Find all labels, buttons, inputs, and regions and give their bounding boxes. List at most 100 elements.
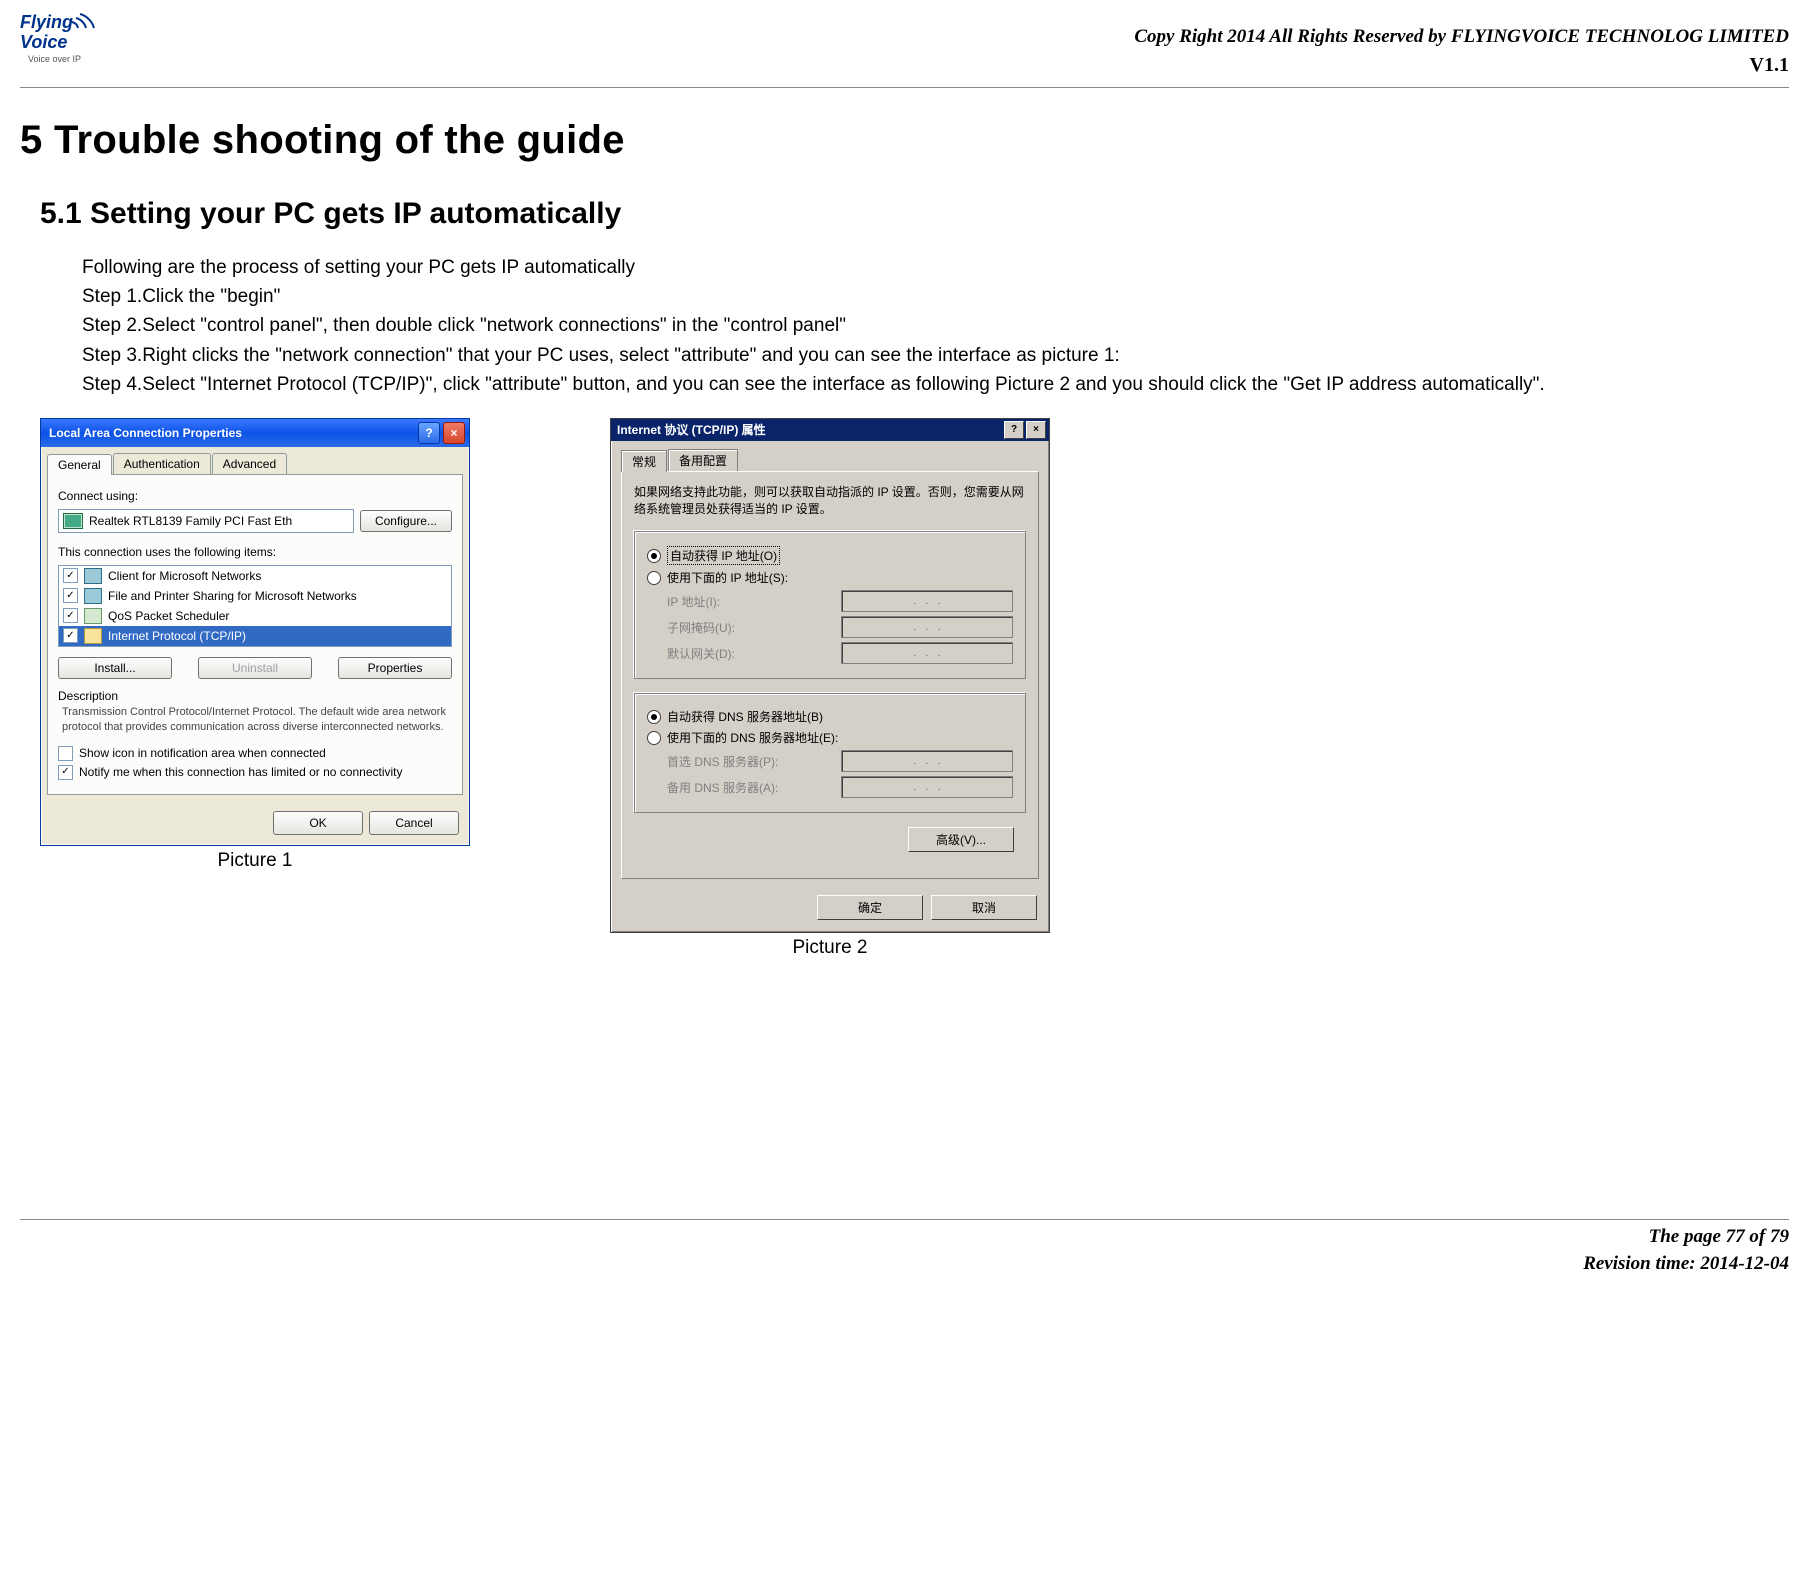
checkbox-icon[interactable]: ✓ bbox=[63, 588, 78, 603]
configure-button[interactable]: Configure... bbox=[360, 510, 452, 532]
radio-auto-dns[interactable]: 自动获得 DNS 服务器地址(B) bbox=[647, 708, 1013, 725]
radio-icon[interactable] bbox=[647, 571, 661, 585]
radio-label: 使用下面的 IP 地址(S): bbox=[667, 569, 788, 586]
adapter-field[interactable]: Realtek RTL8139 Family PCI Fast Eth bbox=[58, 509, 354, 533]
header-right: Copy Right 2014 All Rights Reserved by F… bbox=[1134, 10, 1789, 79]
tab-alternate-cn[interactable]: 备用配置 bbox=[668, 449, 738, 471]
checkbox-icon[interactable]: ✓ bbox=[63, 568, 78, 583]
radio-icon[interactable] bbox=[647, 731, 661, 745]
list-item-label: Client for Microsoft Networks bbox=[108, 569, 261, 583]
help-button[interactable]: ? bbox=[1004, 421, 1024, 439]
dns-alt-label: 备用 DNS 服务器(A): bbox=[667, 779, 778, 796]
xp-tabs: General Authentication Advanced bbox=[41, 447, 469, 474]
uses-items-label: This connection uses the following items… bbox=[58, 545, 452, 559]
list-item[interactable]: ✓ File and Printer Sharing for Microsoft… bbox=[59, 586, 451, 606]
cancel-button[interactable]: 取消 bbox=[931, 895, 1037, 920]
tab-authentication[interactable]: Authentication bbox=[113, 453, 211, 474]
classic-dialog: Internet 协议 (TCP/IP) 属性 ? × 常规 备用配置 如果网络… bbox=[610, 418, 1050, 934]
description-text: Transmission Control Protocol/Internet P… bbox=[62, 705, 450, 736]
subnet-mask-field: . . . bbox=[841, 616, 1013, 638]
list-item-selected[interactable]: ✓ Internet Protocol (TCP/IP) bbox=[59, 626, 451, 646]
xp-title-buttons: ? × bbox=[418, 422, 465, 444]
tab-general-cn[interactable]: 常规 bbox=[621, 450, 667, 472]
gateway-field: . . . bbox=[841, 642, 1013, 664]
classic-tabs: 常规 备用配置 bbox=[611, 441, 1049, 471]
close-button[interactable]: × bbox=[1026, 421, 1046, 439]
step-3: Step 3.Right clicks the "network connect… bbox=[82, 341, 1789, 370]
heading-2: 5.1 Setting your PC gets IP automaticall… bbox=[40, 197, 1789, 231]
radio-label: 自动获得 DNS 服务器地址(B) bbox=[667, 708, 823, 725]
picture-2-caption: Picture 2 bbox=[793, 937, 868, 959]
checkbox-icon[interactable] bbox=[58, 746, 73, 761]
ip-address-row: IP 地址(I): . . . bbox=[667, 590, 1013, 612]
checkbox-icon[interactable]: ✓ bbox=[63, 628, 78, 643]
list-item[interactable]: ✓ QoS Packet Scheduler bbox=[59, 606, 451, 626]
radio-manual-dns[interactable]: 使用下面的 DNS 服务器地址(E): bbox=[647, 729, 1013, 746]
list-item[interactable]: ✓ Client for Microsoft Networks bbox=[59, 566, 451, 586]
show-icon-checkbox[interactable]: Show icon in notification area when conn… bbox=[58, 746, 452, 761]
checkbox-icon[interactable]: ✓ bbox=[63, 608, 78, 623]
xp-dialog: Local Area Connection Properties ? × Gen… bbox=[40, 418, 470, 846]
install-button[interactable]: Install... bbox=[58, 657, 172, 679]
nic-icon bbox=[63, 513, 83, 529]
dns-primary-field: . . . bbox=[841, 750, 1013, 772]
list-item-label: QoS Packet Scheduler bbox=[108, 609, 229, 623]
checkbox-icon[interactable]: ✓ bbox=[58, 765, 73, 780]
footer-page: The page 77 of 79 bbox=[20, 1224, 1789, 1251]
tab-general[interactable]: General bbox=[47, 454, 112, 475]
pictures-row: Local Area Connection Properties ? × Gen… bbox=[40, 418, 1789, 960]
classic-footer: 确定 取消 bbox=[611, 889, 1049, 932]
picture-1: Local Area Connection Properties ? × Gen… bbox=[40, 418, 470, 960]
advanced-row: 高级(V)... bbox=[634, 827, 1026, 862]
logo-line2: Voice bbox=[20, 32, 67, 52]
radio-icon[interactable] bbox=[647, 549, 661, 563]
subnet-mask-label: 子网掩码(U): bbox=[667, 619, 735, 636]
properties-button[interactable]: Properties bbox=[338, 657, 452, 679]
help-button[interactable]: ? bbox=[418, 422, 440, 444]
document-footer: The page 77 of 79 Revision time: 2014-12… bbox=[20, 1219, 1789, 1277]
ip-groupbox: 自动获得 IP 地址(O) 使用下面的 IP 地址(S): IP 地址(I): … bbox=[634, 531, 1026, 679]
body-text: Following are the process of setting you… bbox=[82, 253, 1789, 400]
xp-dialog-footer: OK Cancel bbox=[41, 803, 469, 845]
adapter-row: Realtek RTL8139 Family PCI Fast Eth Conf… bbox=[58, 509, 452, 533]
radio-icon[interactable] bbox=[647, 710, 661, 724]
subnet-mask-row: 子网掩码(U): . . . bbox=[667, 616, 1013, 638]
copyright-line: Copy Right 2014 All Rights Reserved by F… bbox=[1134, 24, 1789, 51]
ip-address-field: . . . bbox=[841, 590, 1013, 612]
radio-auto-ip[interactable]: 自动获得 IP 地址(O) bbox=[647, 546, 1013, 565]
classic-title-buttons: ? × bbox=[1004, 421, 1046, 439]
dns-alt-row: 备用 DNS 服务器(A): . . . bbox=[667, 776, 1013, 798]
xp-tab-panel: Connect using: Realtek RTL8139 Family PC… bbox=[47, 474, 463, 795]
logo: Flying Voice Voice over IP bbox=[20, 10, 102, 66]
close-button[interactable]: × bbox=[443, 422, 465, 444]
cancel-button[interactable]: Cancel bbox=[369, 811, 459, 835]
step-2: Step 2.Select "control panel", then doub… bbox=[82, 311, 1789, 340]
ok-button[interactable]: 确定 bbox=[817, 895, 923, 920]
components-list[interactable]: ✓ Client for Microsoft Networks ✓ File a… bbox=[58, 565, 452, 647]
component-icon bbox=[84, 608, 102, 624]
radio-manual-ip[interactable]: 使用下面的 IP 地址(S): bbox=[647, 569, 1013, 586]
notify-checkbox[interactable]: ✓ Notify me when this connection has lim… bbox=[58, 765, 452, 780]
adapter-name: Realtek RTL8139 Family PCI Fast Eth bbox=[89, 514, 292, 528]
document-page: Flying Voice Voice over IP Copy Right 20… bbox=[0, 0, 1809, 1318]
radio-label: 使用下面的 DNS 服务器地址(E): bbox=[667, 729, 838, 746]
step-4: Step 4.Select "Internet Protocol (TCP/IP… bbox=[82, 370, 1789, 399]
step-1: Step 1.Click the "begin" bbox=[82, 282, 1789, 311]
intro-line: Following are the process of setting you… bbox=[82, 253, 1789, 282]
heading-1: 5 Trouble shooting of the guide bbox=[20, 118, 1789, 163]
classic-titlebar[interactable]: Internet 协议 (TCP/IP) 属性 ? × bbox=[611, 419, 1049, 441]
tab-advanced[interactable]: Advanced bbox=[212, 453, 287, 474]
uninstall-button: Uninstall bbox=[198, 657, 312, 679]
description-title: Description bbox=[58, 689, 452, 703]
gateway-label: 默认网关(D): bbox=[667, 645, 735, 662]
component-icon bbox=[84, 588, 102, 604]
classic-title: Internet 协议 (TCP/IP) 属性 bbox=[617, 421, 766, 438]
list-item-label: File and Printer Sharing for Microsoft N… bbox=[108, 589, 357, 603]
dns-alt-field: . . . bbox=[841, 776, 1013, 798]
logo-tagline: Voice over IP bbox=[28, 54, 81, 64]
xp-titlebar[interactable]: Local Area Connection Properties ? × bbox=[41, 419, 469, 447]
ok-button[interactable]: OK bbox=[273, 811, 363, 835]
picture-1-caption: Picture 1 bbox=[218, 850, 293, 872]
advanced-button[interactable]: 高级(V)... bbox=[908, 827, 1014, 852]
version-line: V1.1 bbox=[1134, 51, 1789, 79]
